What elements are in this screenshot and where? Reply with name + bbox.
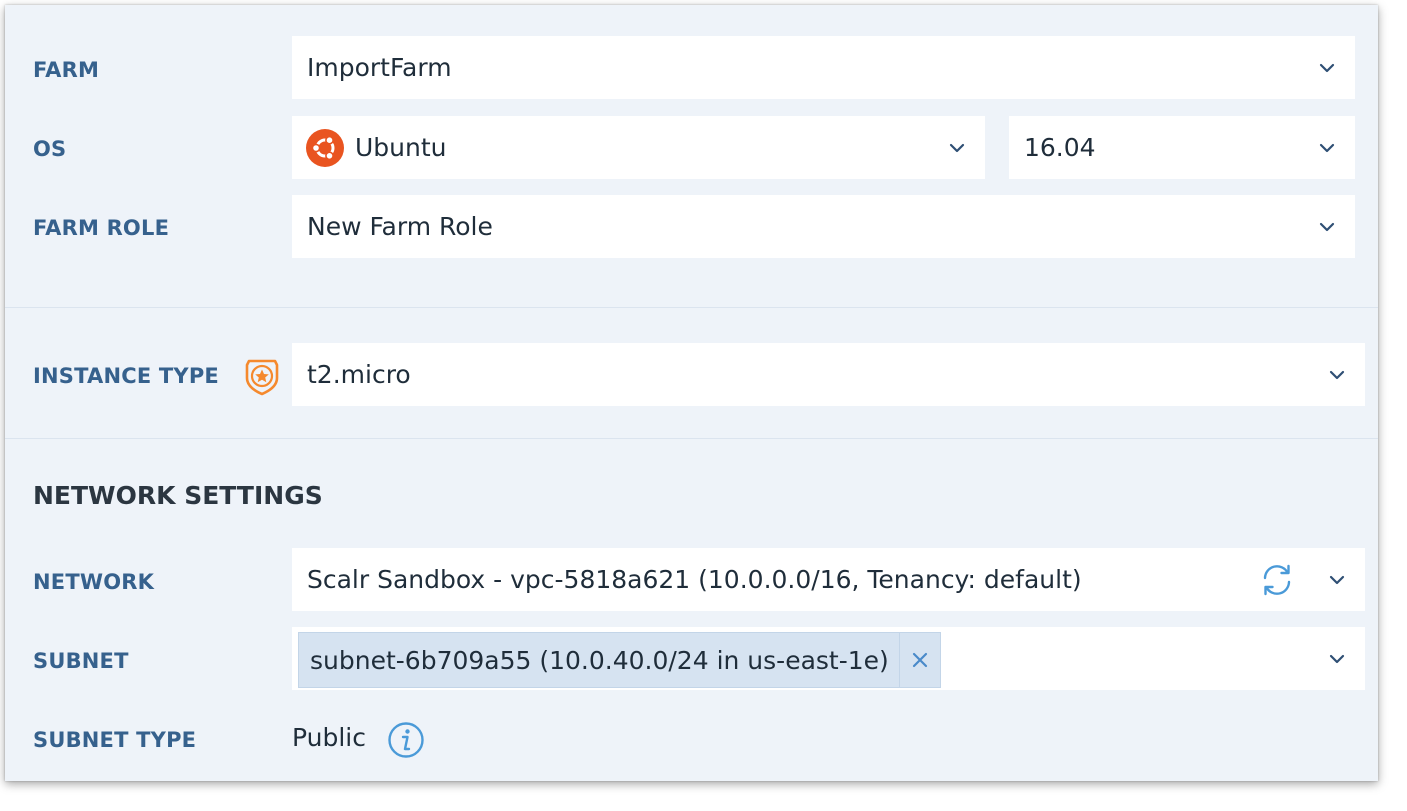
- subnet-type-value: Public: [292, 723, 366, 752]
- network-label: NETWORK: [33, 570, 155, 594]
- chevron-down-icon: [1329, 575, 1345, 584]
- ubuntu-logo-icon: [306, 129, 344, 167]
- network-settings-title: NETWORK SETTINGS: [33, 481, 323, 510]
- farm-role-select-value: New Farm Role: [307, 211, 493, 241]
- os-select-value: Ubuntu: [355, 132, 447, 162]
- os-version-select[interactable]: 16.04: [1009, 116, 1355, 179]
- instance-type-select-value: t2.micro: [307, 359, 411, 389]
- chevron-down-icon: [1319, 222, 1335, 231]
- os-label: OS: [33, 137, 67, 161]
- subnet-label: SUBNET: [33, 649, 129, 673]
- subnet-tag-label: subnet-6b709a55 (10.0.40.0/24 in us-east…: [310, 645, 889, 675]
- subnet-tag-remove-button[interactable]: [898, 633, 940, 687]
- os-select[interactable]: Ubuntu: [292, 116, 985, 179]
- chevron-down-icon: [949, 143, 965, 152]
- farm-role-select[interactable]: New Farm Role: [292, 195, 1355, 258]
- section-divider: [5, 307, 1378, 308]
- section-divider: [5, 438, 1378, 439]
- farm-role-settings-panel: FARM ImportFarm OS Ubuntu 16.04 FARM ROL…: [5, 5, 1378, 781]
- chevron-down-icon: [1329, 370, 1345, 379]
- instance-type-label: INSTANCE TYPE: [33, 364, 219, 388]
- close-icon: [912, 652, 927, 668]
- info-icon[interactable]: [387, 721, 425, 759]
- network-select[interactable]: Scalr Sandbox - vpc-5818a621 (10.0.0.0/1…: [292, 548, 1365, 611]
- governance-badge-icon: [245, 359, 279, 396]
- refresh-icon[interactable]: [1259, 562, 1295, 598]
- farm-select[interactable]: ImportFarm: [292, 36, 1355, 99]
- subnet-tag: subnet-6b709a55 (10.0.40.0/24 in us-east…: [298, 632, 941, 688]
- chevron-down-icon: [1319, 63, 1335, 72]
- instance-type-select[interactable]: t2.micro: [292, 343, 1365, 406]
- farm-label: FARM: [33, 58, 100, 82]
- chevron-down-icon: [1319, 143, 1335, 152]
- farm-select-value: ImportFarm: [307, 52, 452, 82]
- os-version-value: 16.04: [1024, 132, 1096, 162]
- subnet-type-label: SUBNET TYPE: [33, 728, 197, 752]
- chevron-down-icon: [1329, 654, 1345, 663]
- farm-role-label: FARM ROLE: [33, 216, 170, 240]
- network-select-value: Scalr Sandbox - vpc-5818a621 (10.0.0.0/1…: [307, 564, 1082, 594]
